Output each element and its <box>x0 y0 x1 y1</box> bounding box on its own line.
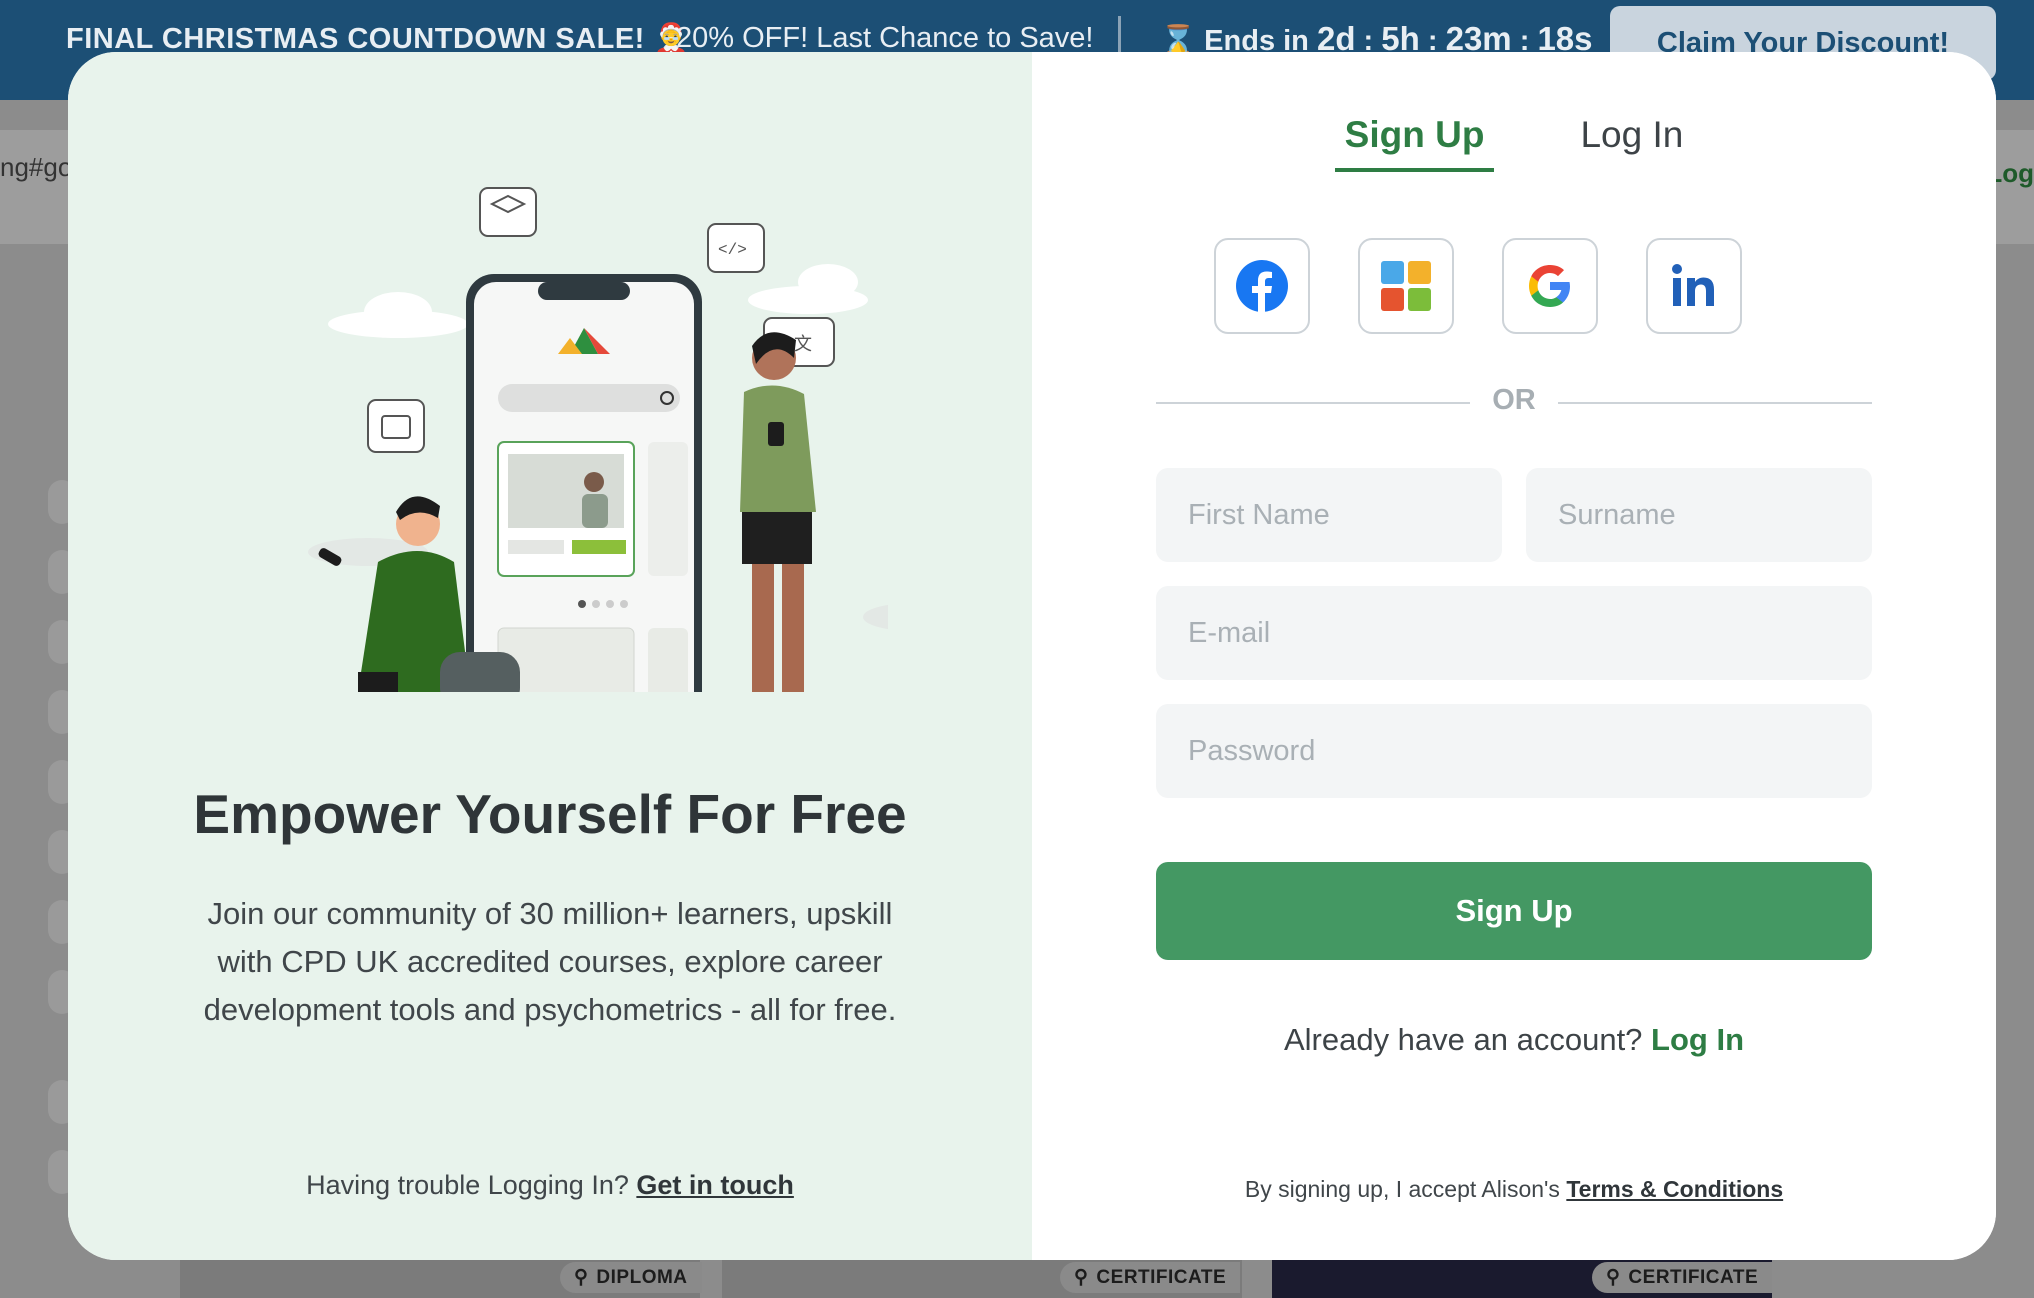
log-in-link[interactable]: Log In <box>1651 1022 1744 1057</box>
facebook-icon <box>1236 260 1288 312</box>
modal-right-panel: Sign Up Log In OR First Name Surname E-m… <box>1032 52 1996 1260</box>
terms-label: By signing up, I accept Alison's <box>1244 1176 1560 1202</box>
facebook-login-button[interactable] <box>1214 238 1310 334</box>
already-account-text: Already have an account? Log In <box>1032 1022 1996 1058</box>
modal-description: Join our community of 30 million+ learne… <box>203 896 897 1027</box>
get-in-touch-link[interactable]: Get in touch <box>636 1170 794 1200</box>
promo-subtitle: 20% OFF! Last Chance to Save! <box>676 22 1094 54</box>
linkedin-icon <box>1672 264 1714 306</box>
ribbon-icon: ⚲ <box>1606 1267 1621 1288</box>
certificate-tag: ⚲ CERTIFICATE <box>1592 1262 1773 1293</box>
or-label: OR <box>1492 384 1536 416</box>
modal-headline: Empower Yourself For Free <box>193 783 907 845</box>
password-field[interactable] <box>1156 704 1872 798</box>
email-field[interactable] <box>1156 586 1872 680</box>
ribbon-icon: ⚲ <box>574 1267 589 1288</box>
already-account-label: Already have an account? <box>1283 1022 1643 1057</box>
ribbon-icon: ⚲ <box>1074 1267 1089 1288</box>
trouble-label: Having trouble Logging In? <box>306 1170 629 1200</box>
surname-field[interactable] <box>1526 468 1872 562</box>
terms-text: By signing up, I accept Alison's Terms &… <box>1032 1176 1996 1203</box>
diploma-tag: ⚲ DIPLOMA <box>560 1262 702 1293</box>
signup-modal: </> A文 Empower Yourself For Free Join ou <box>68 52 1996 1260</box>
tab-log-in[interactable]: Log In <box>1570 114 1693 172</box>
tab-sign-up[interactable]: Sign Up <box>1334 114 1495 172</box>
linkedin-login-button[interactable] <box>1646 238 1742 334</box>
first-name-field[interactable] <box>1156 468 1502 562</box>
or-divider: OR <box>1156 382 1872 422</box>
background-sidebar <box>0 360 76 1260</box>
microsoft-login-button[interactable] <box>1358 238 1454 334</box>
google-icon <box>1529 265 1570 307</box>
microsoft-icon <box>1381 261 1431 311</box>
promo-title: FINAL CHRISTMAS COUNTDOWN SALE! 🤶 <box>66 23 690 55</box>
google-login-button[interactable] <box>1502 238 1598 334</box>
auth-tabs: Sign Up Log In <box>1032 114 1996 172</box>
social-login-buttons <box>1214 238 1742 334</box>
sign-up-button[interactable]: Sign Up <box>1156 862 1872 960</box>
svg-text:</>: </> <box>718 241 747 259</box>
learners-illustration: </> A文 <box>308 187 888 692</box>
modal-left-panel: </> A文 Empower Yourself For Free Join ou <box>68 52 1032 1260</box>
certificate-tag: ⚲ CERTIFICATE <box>1060 1262 1241 1293</box>
terms-link[interactable]: Terms & Conditions <box>1566 1176 1783 1202</box>
trouble-login-text: Having trouble Logging In? Get in touch <box>68 1170 1032 1201</box>
divider-line <box>1558 402 1872 404</box>
